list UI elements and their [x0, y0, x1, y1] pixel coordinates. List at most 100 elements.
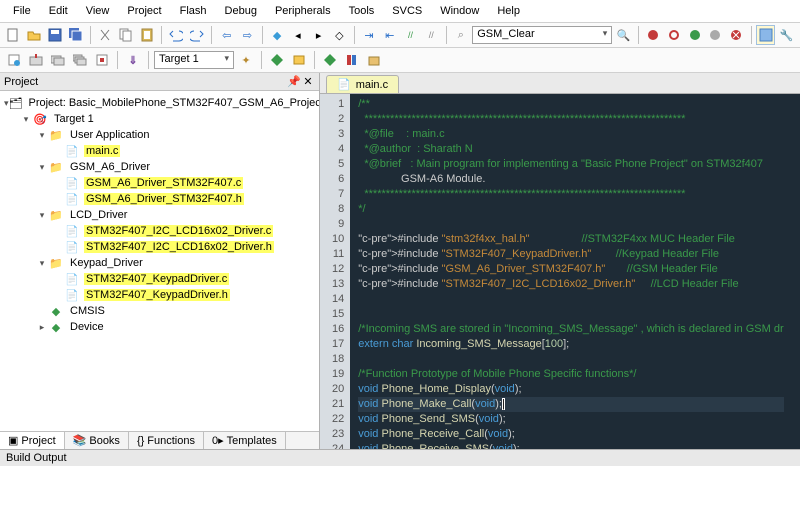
comment-button[interactable]: //: [401, 25, 420, 45]
copy-button[interactable]: [117, 25, 136, 45]
bookmark-next-button[interactable]: ▸: [309, 25, 328, 45]
translate-button[interactable]: [4, 50, 24, 70]
window-button[interactable]: [756, 25, 775, 45]
arrow-right-icon: ⇨: [243, 29, 252, 42]
rebuild-button[interactable]: [48, 50, 68, 70]
find-combo[interactable]: GSM_Clear: [472, 26, 612, 44]
menu-debug[interactable]: Debug: [216, 2, 266, 20]
tree-group-lcd[interactable]: ▾📁LCD_Driver: [2, 207, 317, 223]
bookmark-button[interactable]: ◆: [268, 25, 287, 45]
new-file-button[interactable]: [4, 25, 23, 45]
target-select[interactable]: Target 1: [154, 51, 234, 69]
kill-breakpoints-button[interactable]: [727, 25, 746, 45]
undo-button[interactable]: [167, 25, 186, 45]
find-in-files-button[interactable]: 🔍: [614, 25, 633, 45]
tab-project[interactable]: ▣Project: [0, 432, 65, 449]
tree-group-user-app[interactable]: ▾📁User Application: [2, 127, 317, 143]
save-all-button[interactable]: [66, 25, 85, 45]
indent-button[interactable]: ⇥: [360, 25, 379, 45]
paste-button[interactable]: [137, 25, 156, 45]
save-icon: [48, 28, 62, 42]
main-area: Project 📌 ✕ ▾🗂Project: Basic_MobilePhone…: [0, 73, 800, 449]
cut-button[interactable]: [96, 25, 115, 45]
outdent-button[interactable]: ⇤: [380, 25, 399, 45]
menu-view[interactable]: View: [77, 2, 119, 20]
build-output-header: Build Output: [0, 449, 800, 466]
tree-file-lcd-c[interactable]: 📄STM32F407_I2C_LCD16x02_Driver.c: [2, 223, 317, 239]
tree-file-kpd-h[interactable]: 📄STM32F407_KeypadDriver.h: [2, 287, 317, 303]
save-all-icon: [69, 28, 83, 42]
bookmark-prev-icon: ◂: [295, 29, 301, 42]
insert-breakpoint-button[interactable]: [685, 25, 704, 45]
tree-file-main[interactable]: 📄main.c: [2, 143, 317, 159]
tree-group-keypad[interactable]: ▾📁Keypad_Driver: [2, 255, 317, 271]
disable-breakpoint-button[interactable]: [706, 25, 725, 45]
find-files-icon: 🔍: [617, 29, 631, 42]
tree-device[interactable]: ▸◆Device: [2, 319, 317, 335]
folder-icon: 📁: [48, 128, 64, 142]
copy-icon: [119, 28, 133, 42]
nav-back-button[interactable]: ⇦: [217, 25, 236, 45]
bookmark-prev-button[interactable]: ◂: [289, 25, 308, 45]
target-options-button[interactable]: ✦: [236, 50, 256, 70]
pin-button[interactable]: 📌: [287, 75, 301, 88]
menu-flash[interactable]: Flash: [171, 2, 216, 20]
tree-file-lcd-h[interactable]: 📄STM32F407_I2C_LCD16x02_Driver.h: [2, 239, 317, 255]
menu-project[interactable]: Project: [118, 2, 170, 20]
manage-components-button[interactable]: [320, 50, 340, 70]
open-button[interactable]: [25, 25, 44, 45]
project-tree[interactable]: ▾🗂Project: Basic_MobilePhone_STM32F407_G…: [0, 91, 319, 431]
menu-tools[interactable]: Tools: [340, 2, 384, 20]
manage-rte-button[interactable]: [267, 50, 287, 70]
tree-group-gsm[interactable]: ▾📁GSM_A6_Driver: [2, 159, 317, 175]
menu-window[interactable]: Window: [431, 2, 488, 20]
bookmark-clear-button[interactable]: ◇: [330, 25, 349, 45]
tab-books[interactable]: 📚Books: [65, 432, 129, 449]
close-pane-button[interactable]: ✕: [301, 75, 315, 88]
menu-peripherals[interactable]: Peripherals: [266, 2, 340, 20]
functions-tab-icon: {}: [137, 435, 144, 447]
tree-target[interactable]: ▾🎯Target 1: [2, 111, 317, 127]
tree-cmsis[interactable]: ◆CMSIS: [2, 303, 317, 319]
find-button[interactable]: ⌕: [451, 25, 470, 45]
h-file-icon: 📄: [64, 288, 80, 302]
redo-button[interactable]: [188, 25, 207, 45]
select-packs-button[interactable]: [289, 50, 309, 70]
bookmark-clear-icon: ◇: [335, 29, 343, 42]
nav-fwd-button[interactable]: ⇨: [238, 25, 257, 45]
find-icon: ⌕: [458, 29, 464, 42]
c-file-icon: 📄: [64, 224, 80, 238]
tab-templates[interactable]: 0▸Templates: [204, 432, 286, 449]
tree-root[interactable]: ▾🗂Project: Basic_MobilePhone_STM32F407_G…: [2, 95, 317, 111]
circle-x-icon: [729, 28, 743, 42]
tab-functions[interactable]: {}Functions: [129, 432, 204, 449]
menu-edit[interactable]: Edit: [40, 2, 77, 20]
download-button[interactable]: ⇓: [123, 50, 143, 70]
code-content[interactable]: /** ************************************…: [350, 94, 783, 449]
books-button[interactable]: [342, 50, 362, 70]
batch-build-button[interactable]: [70, 50, 90, 70]
config-button[interactable]: 🔧: [777, 25, 796, 45]
project-pane-title: Project: [4, 76, 287, 88]
stop-build-button[interactable]: [92, 50, 112, 70]
debug-button[interactable]: [644, 25, 663, 45]
build-button[interactable]: [26, 50, 46, 70]
tree-file-gsm-h[interactable]: 📄GSM_A6_Driver_STM32F407.h: [2, 191, 317, 207]
pack-installer-button[interactable]: [364, 50, 384, 70]
redo-icon: [190, 28, 204, 42]
tree-file-kpd-c[interactable]: 📄STM32F407_KeypadDriver.c: [2, 271, 317, 287]
menu-svcs[interactable]: SVCS: [383, 2, 431, 20]
rebuild-icon: [51, 53, 65, 67]
menu-bar: File Edit View Project Flash Debug Perip…: [0, 0, 800, 23]
tree-file-gsm-c[interactable]: 📄GSM_A6_Driver_STM32F407.c: [2, 175, 317, 191]
code-editor[interactable]: 1234567891011121314151617181920212223242…: [320, 94, 800, 449]
menu-help[interactable]: Help: [488, 2, 529, 20]
build-output[interactable]: [0, 466, 800, 506]
uncomment-button[interactable]: //: [422, 25, 441, 45]
breakpoint-button[interactable]: [665, 25, 684, 45]
save-button[interactable]: [45, 25, 64, 45]
menu-file[interactable]: File: [4, 2, 40, 20]
c-file-icon: 📄: [337, 78, 351, 91]
file-tab-main[interactable]: 📄main.c: [326, 75, 399, 93]
arrow-left-icon: ⇦: [222, 29, 231, 42]
